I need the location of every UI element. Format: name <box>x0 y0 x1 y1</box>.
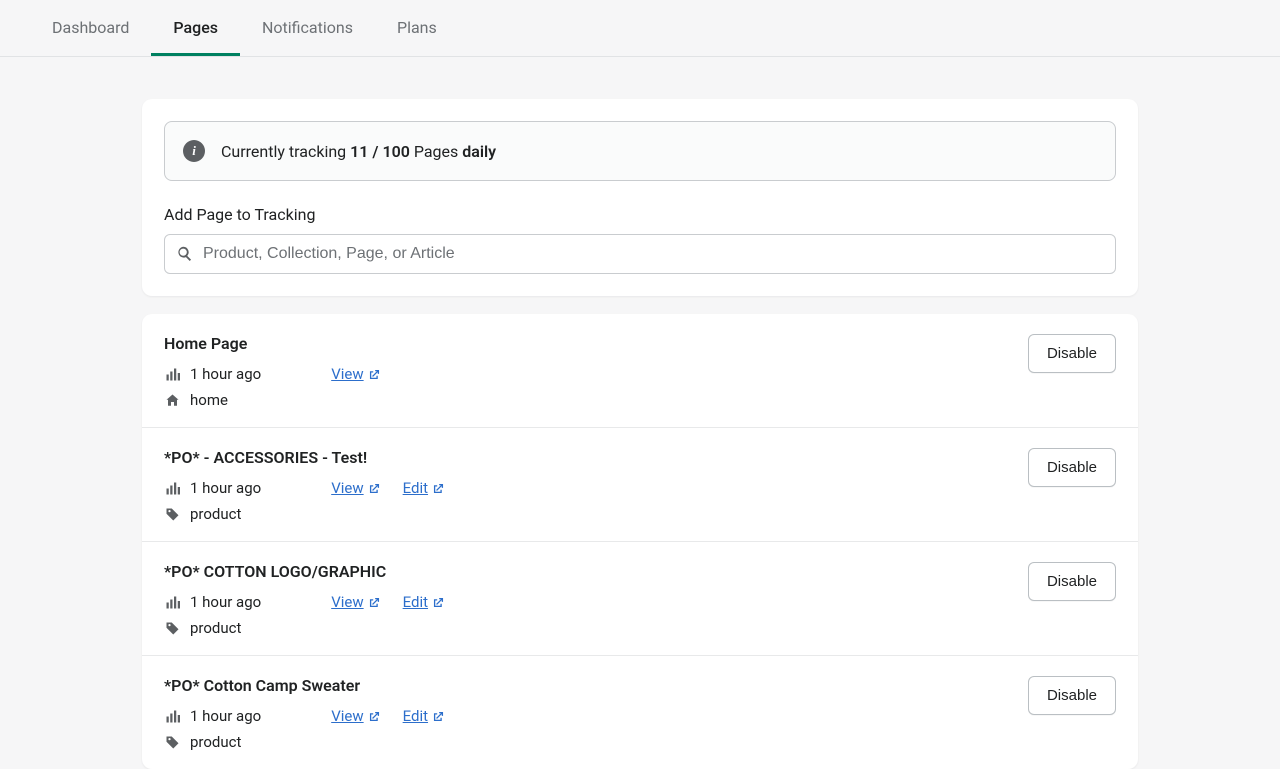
external-icon <box>432 596 445 609</box>
edit-link[interactable]: Edit <box>403 593 445 611</box>
tracking-banner: i Currently tracking 11 / 100 Pages dail… <box>164 121 1116 181</box>
nav-tabs: DashboardPagesNotificationsPlans <box>0 0 1280 57</box>
info-icon: i <box>183 140 205 162</box>
edit-link[interactable]: Edit <box>403 479 445 497</box>
view-link[interactable]: View <box>331 479 380 497</box>
banner-text: Currently tracking 11 / 100 Pages daily <box>221 142 496 161</box>
table-row: *PO* - ACCESSORIES - Test! 1 hour ago Vi… <box>142 428 1138 542</box>
row-title: *PO* COTTON LOGO/GRAPHIC <box>164 562 1028 581</box>
tracked-pages-list: Home Page 1 hour ago View home Disable *… <box>142 314 1138 769</box>
banner-freq: daily <box>462 142 496 161</box>
row-title: *PO* Cotton Camp Sweater <box>164 676 1028 695</box>
disable-button[interactable]: Disable <box>1028 448 1116 487</box>
home-icon <box>164 393 180 408</box>
table-row: *PO* COTTON LOGO/GRAPHIC 1 hour ago View… <box>142 542 1138 656</box>
chart-icon <box>164 481 180 496</box>
external-icon <box>368 596 381 609</box>
table-row: Home Page 1 hour ago View home Disable <box>142 314 1138 428</box>
search-wrap[interactable] <box>164 234 1116 274</box>
row-type: product <box>190 505 241 523</box>
tab-plans[interactable]: Plans <box>375 0 459 56</box>
search-input[interactable] <box>193 245 1103 263</box>
external-icon <box>368 368 381 381</box>
search-icon <box>177 245 193 263</box>
row-type: home <box>190 391 228 409</box>
row-type: product <box>190 619 241 637</box>
edit-link[interactable]: Edit <box>403 707 445 725</box>
disable-button[interactable]: Disable <box>1028 676 1116 715</box>
tab-notifications[interactable]: Notifications <box>240 0 375 56</box>
page-content: i Currently tracking 11 / 100 Pages dail… <box>0 57 1280 769</box>
view-link[interactable]: View <box>331 593 380 611</box>
external-icon <box>432 710 445 723</box>
row-title: Home Page <box>164 334 1028 353</box>
banner-mid: Pages <box>410 142 462 161</box>
search-label: Add Page to Tracking <box>164 205 1116 224</box>
chart-icon <box>164 595 180 610</box>
disable-button[interactable]: Disable <box>1028 334 1116 373</box>
row-time: 1 hour ago <box>190 593 261 611</box>
banner-count: 11 / 100 <box>350 142 410 161</box>
tab-pages[interactable]: Pages <box>151 0 240 56</box>
disable-button[interactable]: Disable <box>1028 562 1116 601</box>
tag-icon <box>164 735 180 750</box>
chart-icon <box>164 709 180 724</box>
chart-icon <box>164 367 180 382</box>
external-icon <box>368 482 381 495</box>
external-icon <box>432 482 445 495</box>
tag-icon <box>164 621 180 636</box>
row-time: 1 hour ago <box>190 707 261 725</box>
tab-dashboard[interactable]: Dashboard <box>30 0 151 56</box>
banner-prefix: Currently tracking <box>221 142 350 161</box>
tag-icon <box>164 507 180 522</box>
row-time: 1 hour ago <box>190 479 261 497</box>
view-link[interactable]: View <box>331 365 380 383</box>
view-link[interactable]: View <box>331 707 380 725</box>
row-title: *PO* - ACCESSORIES - Test! <box>164 448 1028 467</box>
row-type: product <box>190 733 241 751</box>
row-time: 1 hour ago <box>190 365 261 383</box>
tracking-card: i Currently tracking 11 / 100 Pages dail… <box>142 99 1138 296</box>
external-icon <box>368 710 381 723</box>
table-row: *PO* Cotton Camp Sweater 1 hour ago View… <box>142 656 1138 769</box>
